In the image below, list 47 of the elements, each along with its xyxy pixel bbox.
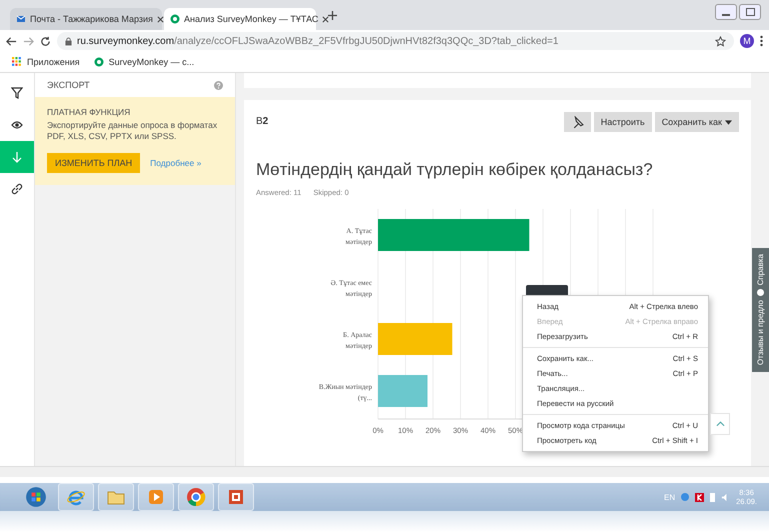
close-icon[interactable] [156,16,164,22]
help-label[interactable]: Справка [756,254,765,286]
logo-icon [170,14,180,24]
logo-icon [94,57,104,67]
upgrade-button[interactable]: ИЗМЕНИТЬ ПЛАН [47,152,140,173]
eye-icon [11,119,23,131]
profile-avatar[interactable]: M [740,34,754,48]
start-orb-icon [25,486,47,508]
bookmark[interactable]: SurveyMonkey — с... [94,57,194,67]
promo-title: ПЛАТНАЯ ФУНКЦИЯ [47,107,132,117]
address-field[interactable]: ru.surveymonkey.com/analyze/ccOFLJSwaAzoWBBz_2F5VfrbgJU50DjwnHVt82f3q3QQc_3D?tab_clicked=1 [57,32,734,50]
reload-icon[interactable] [40,36,51,46]
minimize-icon[interactable] [715,4,737,20]
save-as-button[interactable]: Сохранить как [654,112,739,132]
horizontal-scrollbar[interactable] [0,466,769,477]
arrow-down-icon [11,151,23,163]
link-icon [11,183,23,195]
customize-button[interactable]: Настроить [594,112,652,132]
back-icon[interactable] [6,36,17,46]
filter-icon [11,87,23,99]
feedback-label[interactable]: Отзывы и предло [756,300,765,366]
new-tab-icon[interactable] [328,10,337,20]
caret-down-icon [725,120,732,124]
mail-icon [16,14,26,24]
chrome-icon [186,487,206,507]
taskbar-app[interactable] [218,483,254,511]
help-tab[interactable]: Отзывы и предло Справка [752,248,769,372]
help-dot-icon [757,289,764,296]
pin-button[interactable] [564,112,591,132]
promo-text: Экспортируйте данные опроса в форматах PDF, XLS, CSV, PPTX или SPSS. [47,120,218,143]
slides-icon [226,487,246,507]
taskbar-app[interactable] [178,483,214,511]
shield-icon[interactable] [695,492,704,502]
caret-up-icon [716,421,724,427]
question-title: Мөтіндердің қандай түрлерін көбірек қолданасыз? [256,160,654,180]
restore-icon[interactable] [739,4,761,20]
bookmark[interactable]: Приложения [12,57,80,67]
question-number: В2 [256,116,268,127]
apps-grid-icon [12,57,22,67]
play-icon [146,487,166,507]
menu-icon[interactable] [760,35,763,47]
star-icon[interactable] [715,36,726,46]
lock-icon [65,36,72,46]
taskbar-app[interactable] [58,483,94,511]
section-title: ЭКСПОРТ [47,80,90,90]
browser-tab[interactable]: Почта - Тажжарикова Марзия [10,8,162,30]
close-icon[interactable] [322,16,330,22]
